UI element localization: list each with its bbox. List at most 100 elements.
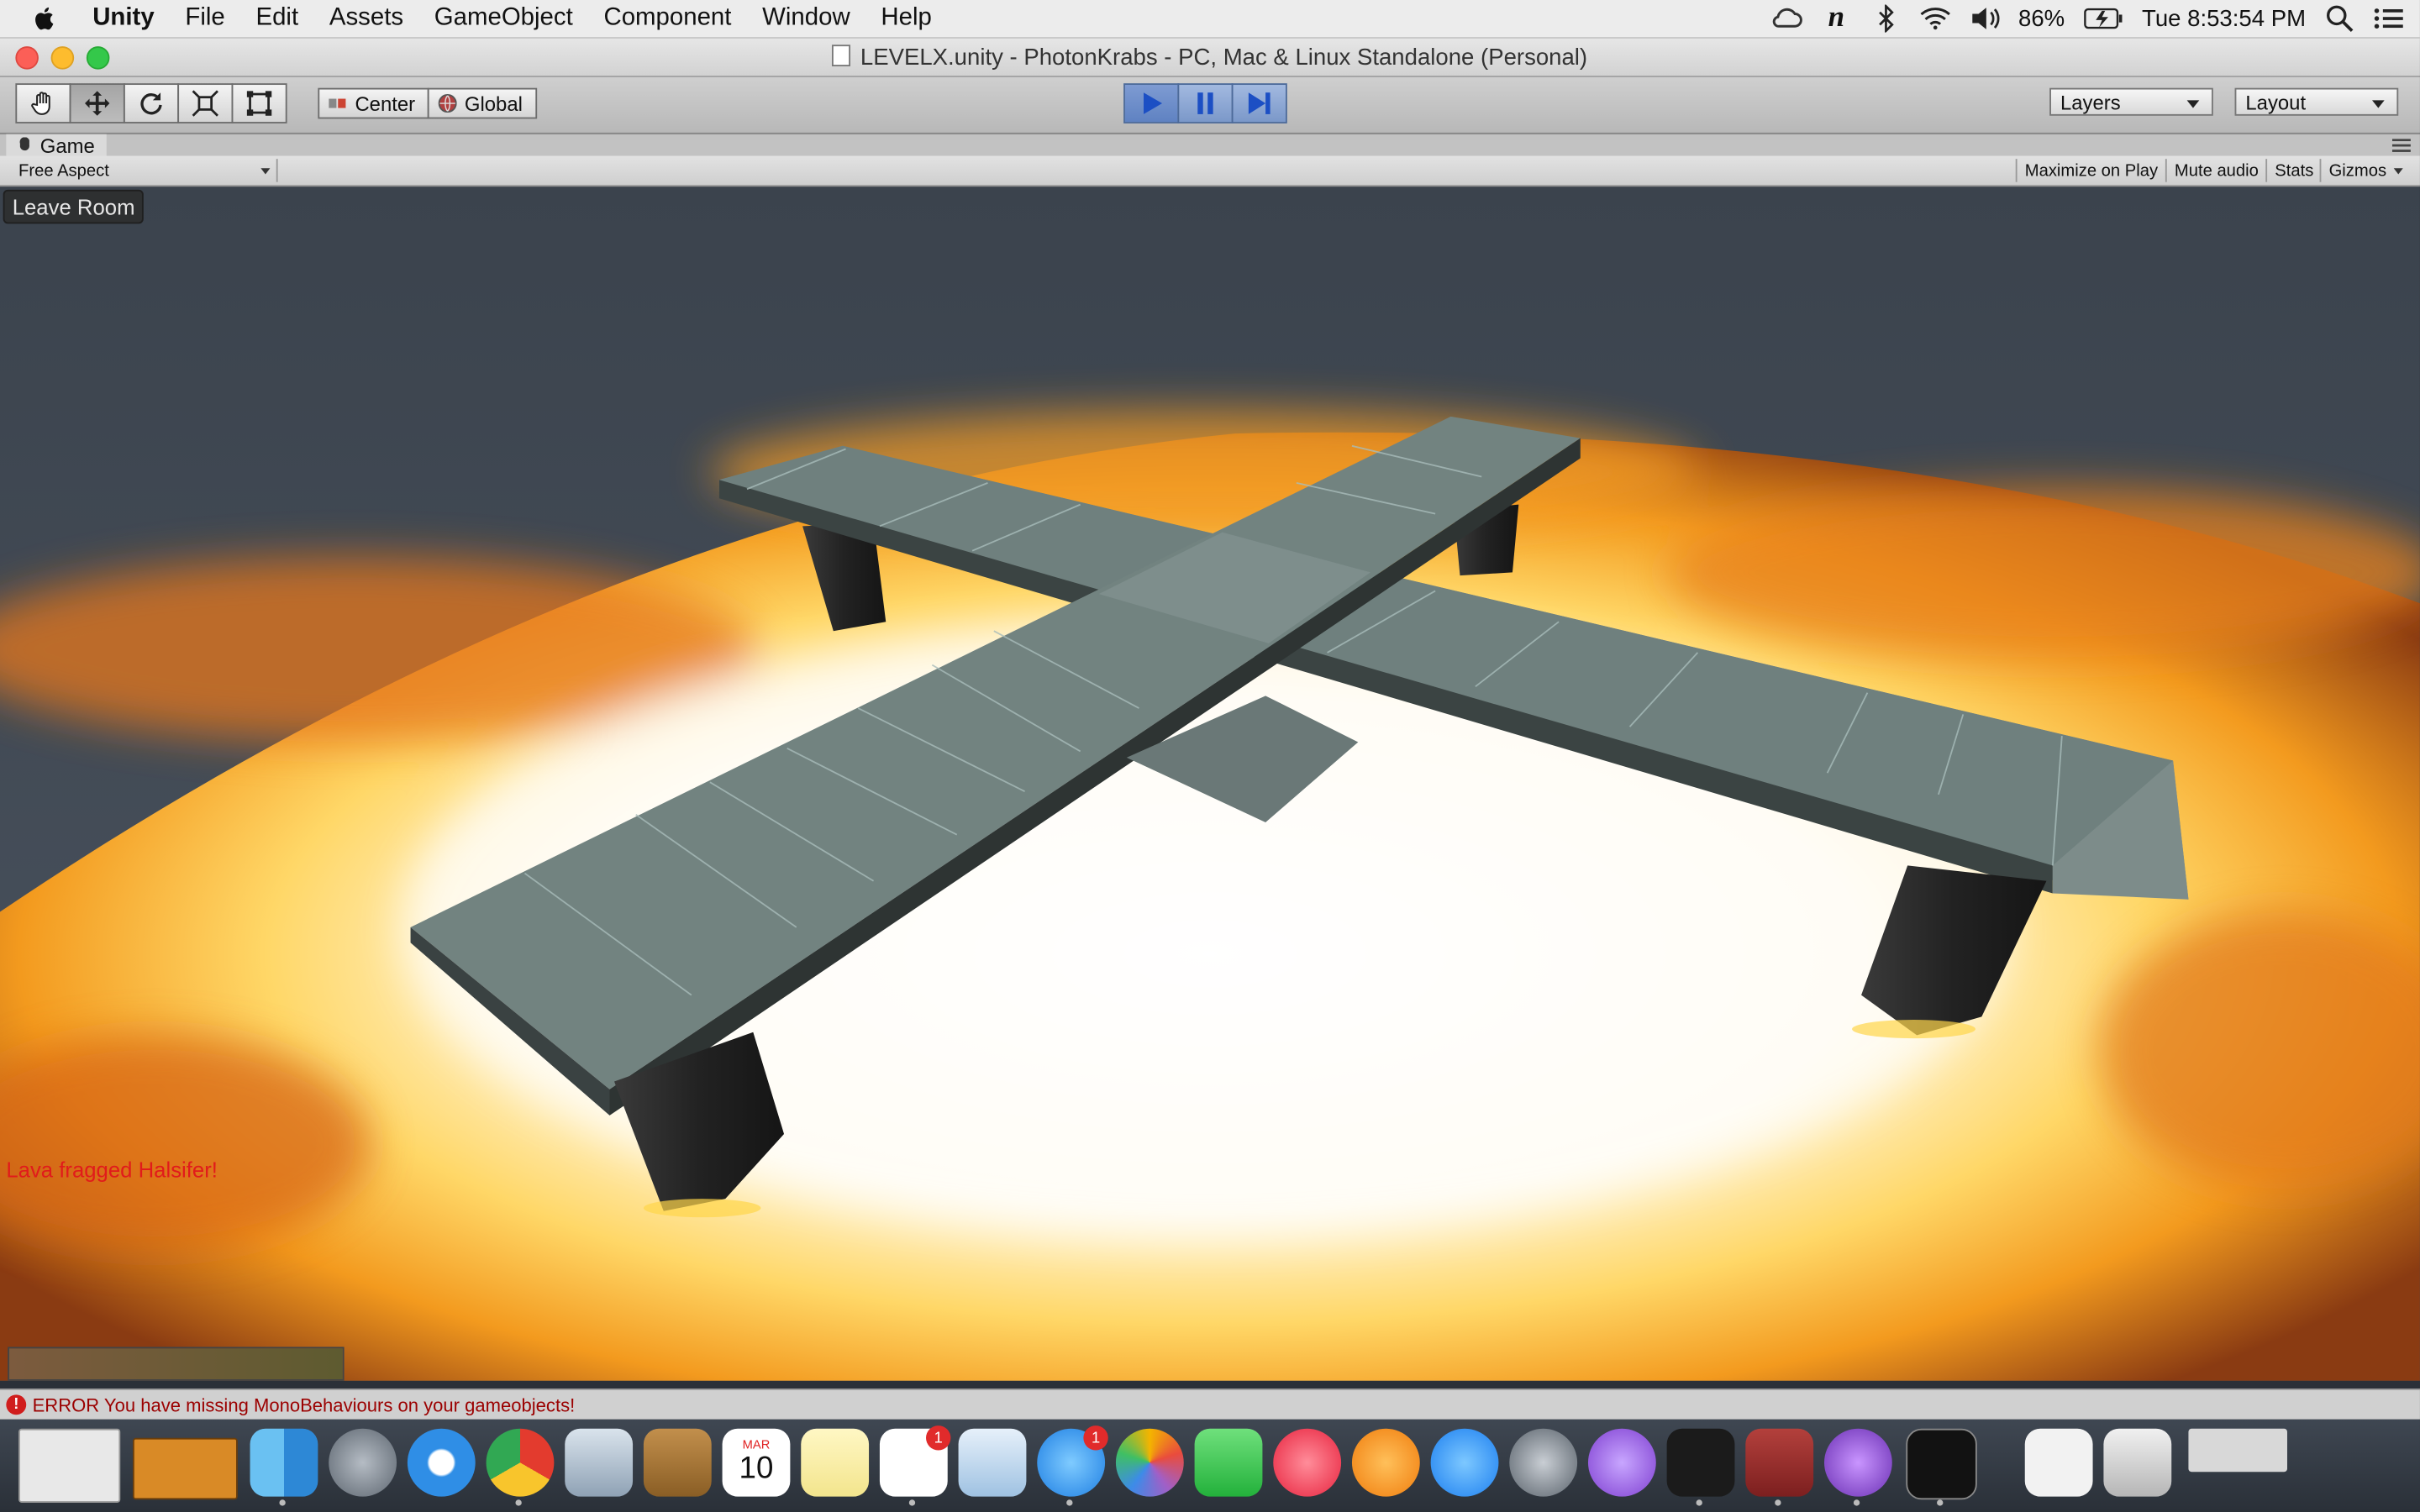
- notes-icon[interactable]: [801, 1428, 870, 1497]
- running-indicator: [279, 1499, 286, 1506]
- dock-thumbnail-window[interactable]: [132, 1437, 238, 1500]
- step-button[interactable]: [1231, 83, 1287, 123]
- notification-center-icon[interactable]: [2374, 3, 2405, 34]
- menu-component[interactable]: Component: [603, 5, 731, 33]
- photos-icon[interactable]: [1115, 1428, 1184, 1497]
- console-status-bar[interactable]: ! ERROR You have missing MonoBehaviours …: [0, 1389, 2420, 1420]
- unity-toolbar: Center Global Layers Layout: [0, 76, 2420, 134]
- finder-icon[interactable]: [250, 1428, 318, 1497]
- terminal-icon[interactable]: [1906, 1428, 1977, 1500]
- running-indicator: [1937, 1499, 1944, 1506]
- running-indicator: [908, 1499, 916, 1506]
- unity-icon[interactable]: [1666, 1428, 1735, 1497]
- contacts-icon[interactable]: [643, 1428, 712, 1497]
- pivot-center-button[interactable]: Center: [318, 87, 429, 119]
- globe-icon: [438, 94, 457, 113]
- itunes-icon[interactable]: [1273, 1428, 1342, 1497]
- running-indicator: [1066, 1499, 1073, 1506]
- chevron-down-icon: [2186, 100, 2200, 108]
- wifi-icon[interactable]: [1919, 3, 1950, 34]
- dock-thumbnail-window[interactable]: [2188, 1428, 2287, 1473]
- stats-toggle[interactable]: Stats: [2265, 159, 2321, 182]
- play-icon: [1143, 92, 1163, 114]
- move-arrows-icon: [85, 91, 110, 116]
- panel-menu-icon[interactable]: [2391, 139, 2411, 153]
- mute-audio-label: Mute audio: [2174, 160, 2259, 180]
- trash-icon[interactable]: [2103, 1428, 2172, 1497]
- scale-tool-button[interactable]: [177, 83, 234, 123]
- kill-feed-message: Lava fragged Halsifer!: [6, 1157, 218, 1182]
- running-indicator: [515, 1499, 522, 1506]
- app-store-icon[interactable]: [1430, 1428, 1499, 1497]
- mute-audio-toggle[interactable]: Mute audio: [2165, 159, 2266, 182]
- pause-button[interactable]: [1177, 83, 1234, 123]
- calendar-widgets-icon[interactable]: [958, 1428, 1027, 1497]
- gizmos-dropdown[interactable]: Gizmos: [2319, 159, 2408, 182]
- layers-dropdown[interactable]: Layers: [2049, 87, 2213, 116]
- window-title-bar: LEVELX.unity - PhotonKrabs - PC, Mac & L…: [0, 38, 2420, 77]
- calendar-month: MAR: [742, 1437, 771, 1452]
- aspect-dropdown[interactable]: Free Aspect: [9, 159, 278, 182]
- feedback-icon[interactable]: [1587, 1428, 1656, 1497]
- pivot-global-button[interactable]: Global: [427, 87, 537, 119]
- battery-percent: 86%: [2018, 5, 2065, 32]
- chevron-down-icon: [2394, 168, 2404, 175]
- spotlight-search-icon[interactable]: [2324, 3, 2355, 34]
- n-icon[interactable]: n: [1821, 2, 1852, 34]
- scale-icon: [192, 90, 218, 117]
- creative-cloud-icon[interactable]: [1771, 3, 1802, 34]
- aspect-label: Free Aspect: [18, 160, 109, 180]
- document-icon: [832, 45, 851, 66]
- github-icon[interactable]: [1823, 1428, 1892, 1497]
- pivot-controls: Center Global: [318, 87, 537, 119]
- menu-unity[interactable]: Unity: [92, 5, 154, 33]
- menu-gameobject[interactable]: GameObject: [434, 5, 573, 33]
- apple-icon[interactable]: [31, 5, 59, 33]
- facetime-icon[interactable]: [1194, 1428, 1263, 1497]
- menu-bar: Unity File Edit Assets GameObject Compon…: [0, 0, 2420, 39]
- volume-icon[interactable]: [1969, 3, 2000, 34]
- menu-assets[interactable]: Assets: [329, 5, 403, 33]
- chevron-down-icon: [260, 168, 271, 175]
- rotate-tool-button[interactable]: [123, 83, 180, 123]
- clock[interactable]: Tue 8:53:54 PM: [2142, 5, 2306, 31]
- console-error-message: ERROR You have missing MonoBehaviours on…: [32, 1394, 576, 1416]
- downloads-stack-icon[interactable]: [2024, 1428, 2093, 1497]
- safari-icon[interactable]: [407, 1428, 476, 1497]
- menu-file[interactable]: File: [185, 5, 224, 33]
- tab-game[interactable]: Game: [6, 134, 108, 156]
- leave-room-button[interactable]: Leave Room: [3, 189, 145, 224]
- hand-tool-button[interactable]: [15, 83, 71, 123]
- pause-icon: [1197, 92, 1213, 114]
- layout-dropdown[interactable]: Layout: [2234, 87, 2399, 116]
- transform-tools: [15, 83, 287, 123]
- pivot-global-label: Global: [464, 92, 523, 115]
- dock: MAR 10 1 1: [0, 1419, 2420, 1512]
- maximize-on-play-toggle[interactable]: Maximize on Play: [2015, 159, 2166, 182]
- menu-help[interactable]: Help: [881, 5, 931, 33]
- battery-icon[interactable]: [2083, 3, 2123, 34]
- bluetooth-icon[interactable]: [1870, 3, 1902, 34]
- rect-tool-button[interactable]: [231, 83, 287, 123]
- calendar-day: 10: [739, 1452, 774, 1486]
- ibooks-icon[interactable]: [1351, 1428, 1420, 1497]
- launchpad-icon[interactable]: [329, 1428, 397, 1497]
- game-controller-icon: [19, 137, 29, 151]
- move-tool-button[interactable]: [69, 83, 125, 123]
- menu-edit[interactable]: Edit: [255, 5, 298, 33]
- pivot-center-label: Center: [355, 92, 416, 115]
- mail-icon[interactable]: [565, 1428, 634, 1497]
- panel-tab-bar: Game: [0, 134, 2420, 156]
- dictionary-icon[interactable]: [1745, 1428, 1814, 1497]
- game-scene: [0, 186, 2420, 1381]
- step-icon: [1248, 92, 1270, 114]
- menu-window[interactable]: Window: [762, 5, 850, 33]
- dock-thumbnail-window[interactable]: [18, 1428, 121, 1503]
- messages-badge: 1: [1083, 1425, 1108, 1451]
- chrome-icon[interactable]: [486, 1428, 555, 1497]
- system-preferences-icon[interactable]: [1509, 1428, 1578, 1497]
- game-viewport[interactable]: [0, 186, 2420, 1381]
- rect-tool-icon: [246, 91, 272, 116]
- play-button[interactable]: [1123, 83, 1180, 123]
- calendar-icon[interactable]: MAR 10: [722, 1428, 791, 1497]
